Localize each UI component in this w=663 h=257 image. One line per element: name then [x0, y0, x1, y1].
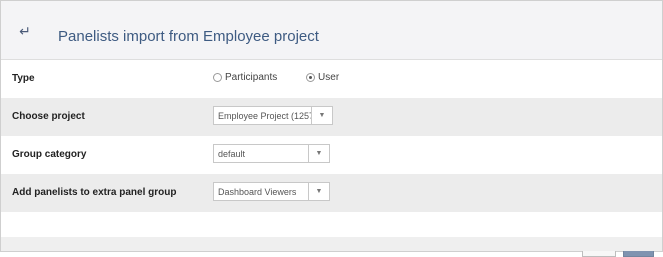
- type-row: Type Participants User: [1, 60, 662, 98]
- chevron-down-icon: ▼: [311, 107, 332, 124]
- radio-checked-icon: [306, 73, 316, 82]
- group-category-value: default: [218, 148, 246, 159]
- page-title: Panelists import from Employee project: [58, 28, 319, 45]
- back-arrow-icon[interactable]: ↵: [17, 23, 33, 39]
- radio-circle-icon: [213, 73, 222, 82]
- actions-row: Cancel Save: [1, 212, 662, 257]
- type-label: Type: [12, 73, 35, 84]
- type-radio-group: Participants User: [213, 72, 365, 85]
- project-select[interactable]: Employee Project (1257 ▼: [213, 106, 333, 125]
- group-category-row: Group category default ▼: [1, 136, 662, 174]
- extra-panel-group-value: Dashboard Viewers: [218, 186, 297, 197]
- radio-participants[interactable]: Participants: [213, 72, 277, 83]
- extra-panel-group-row: Add panelists to extra panel group Dashb…: [1, 174, 662, 212]
- choose-project-row: Choose project Employee Project (1257 ▼: [1, 98, 662, 136]
- radio-user[interactable]: User: [306, 72, 339, 83]
- extra-panel-group-label: Add panelists to extra panel group: [12, 187, 177, 198]
- chevron-down-icon: ▼: [308, 183, 329, 200]
- project-select-value: Employee Project (1257: [218, 110, 311, 121]
- dialog-header: ↵ Panelists import from Employee project: [1, 1, 662, 60]
- import-dialog: ↵ Panelists import from Employee project…: [0, 0, 663, 257]
- group-category-label: Group category: [12, 149, 87, 160]
- group-category-select[interactable]: default ▼: [213, 144, 330, 163]
- choose-project-label: Choose project: [12, 111, 85, 122]
- radio-user-label: User: [318, 72, 340, 83]
- footer-strip: [1, 237, 662, 251]
- chevron-down-icon: ▼: [308, 145, 329, 162]
- radio-participants-label: Participants: [225, 72, 278, 83]
- extra-panel-group-select[interactable]: Dashboard Viewers ▼: [213, 182, 330, 201]
